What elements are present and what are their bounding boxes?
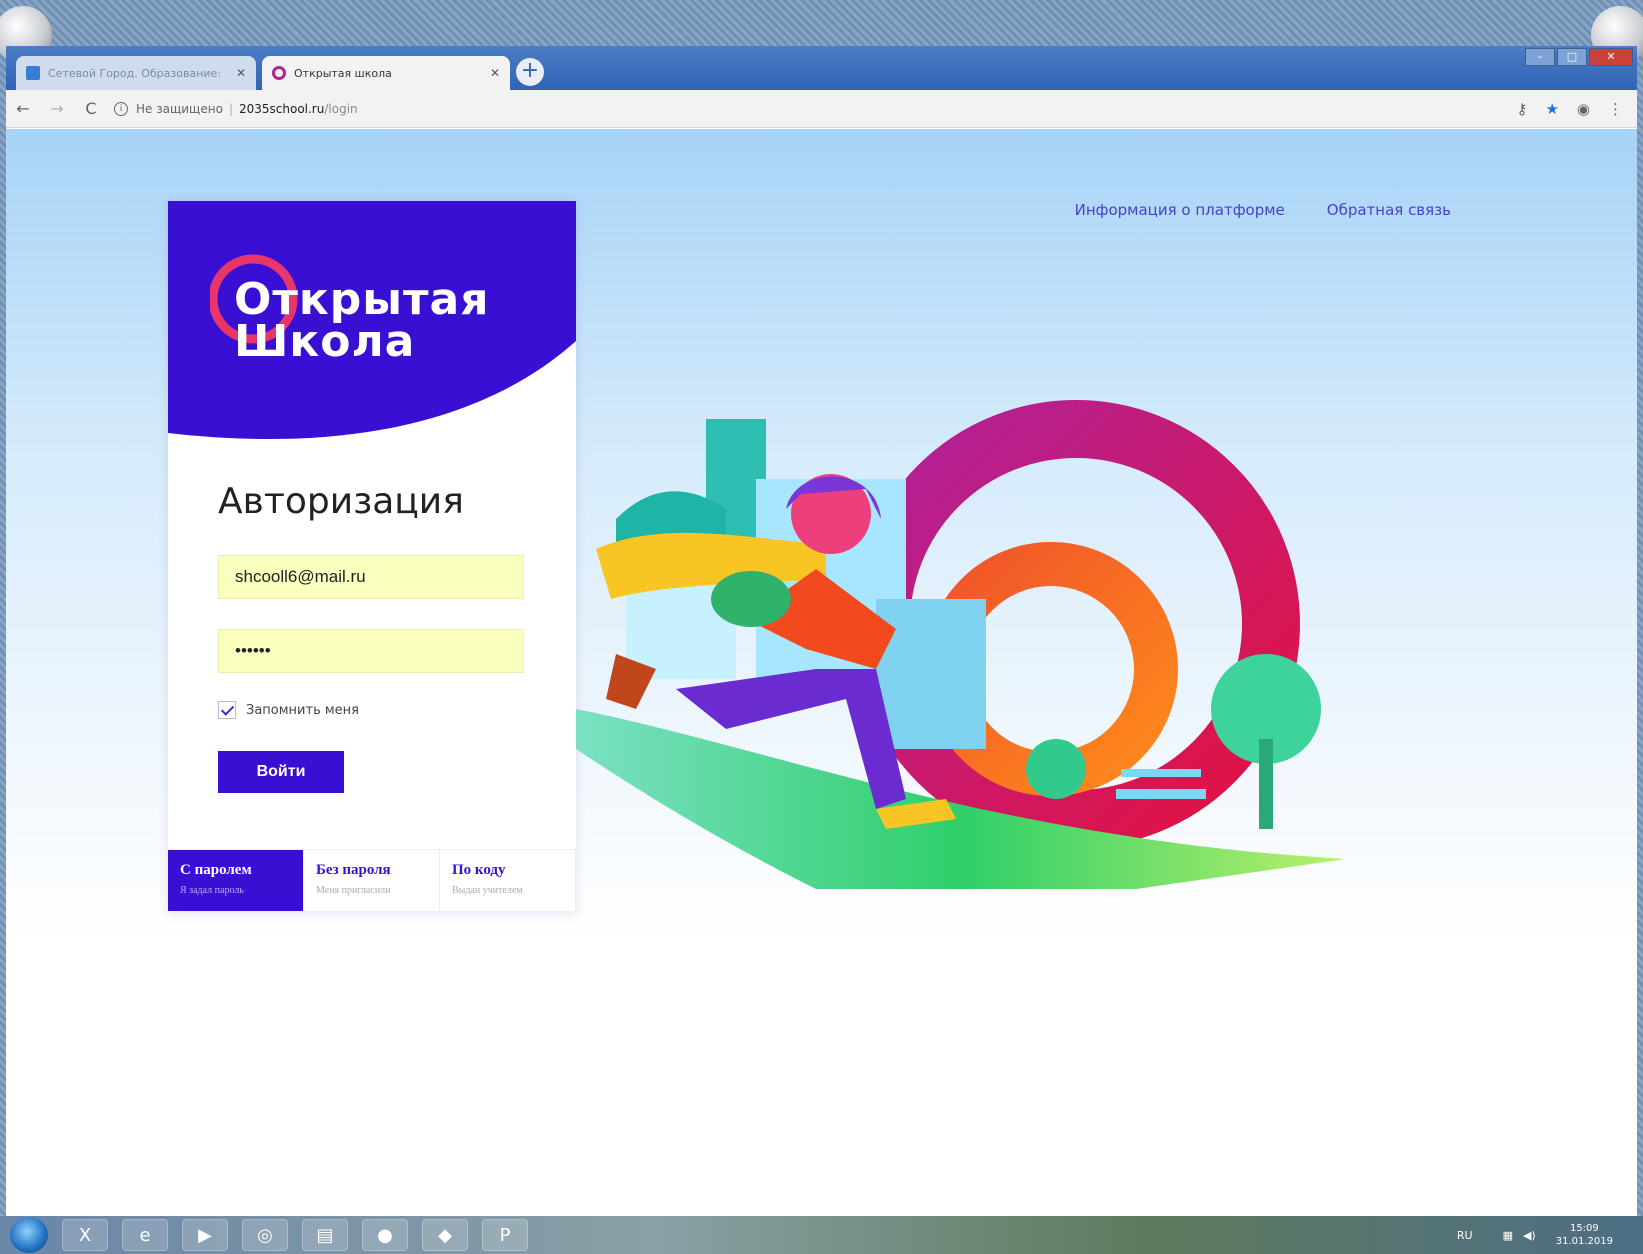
volume-icon[interactable]: ◀) — [1523, 1229, 1536, 1242]
taskbar: X e ▶ ◎ ▤ ● ◆ P RU ▦ ◀) 15:09 31.01.2019 — [0, 1216, 1643, 1254]
logo-line-2: Школа — [234, 316, 416, 367]
close-icon[interactable]: ✕ — [236, 66, 246, 80]
account-icon[interactable]: ◉ — [1577, 100, 1590, 118]
tab-by-code[interactable]: По коду Выдан учителем — [440, 850, 576, 911]
remember-checkbox[interactable] — [218, 701, 236, 719]
close-window-button[interactable]: ✕ — [1589, 48, 1633, 66]
logo: Открытая Школа — [234, 274, 490, 367]
toolbar-actions: ⚷ ★ ◉ ⋮ — [1498, 100, 1637, 118]
browser-window: Сетевой Город. Образование: ✕ Открытая ш… — [6, 46, 1637, 1216]
tab-strip: Сетевой Город. Образование: ✕ Открытая ш… — [6, 46, 1637, 90]
tab-favicon-icon — [26, 66, 40, 80]
powerpoint-icon[interactable]: P — [482, 1219, 528, 1251]
menu-icon[interactable]: ⋮ — [1608, 100, 1623, 118]
clock-time: 15:09 — [1569, 1223, 1599, 1234]
new-tab-button[interactable]: + — [516, 58, 544, 86]
remember-label: Запомнить меня — [246, 702, 360, 718]
info-platform-link[interactable]: Информация о платформе — [1075, 201, 1285, 219]
mode-subtitle: Я задал пароль — [180, 885, 244, 896]
login-card: Открытая Школа Авторизация Запомнить мен… — [168, 201, 576, 911]
tab-setevoy-gorod[interactable]: Сетевой Город. Образование: ✕ — [16, 56, 256, 90]
clock-date: 31.01.2019 — [1555, 1236, 1613, 1247]
top-nav: Информация о платформе Обратная связь — [1075, 201, 1451, 219]
clock[interactable]: 15:09 31.01.2019 — [1556, 1222, 1613, 1248]
tab-title: Открытая школа — [294, 66, 392, 80]
tab-title: Сетевой Город. Образование: — [48, 66, 222, 80]
password-field[interactable] — [218, 629, 524, 673]
tab-without-password[interactable]: Без пароля Меня пригласили — [304, 850, 440, 911]
reload-icon[interactable]: C — [74, 99, 108, 118]
back-icon[interactable]: ← — [6, 99, 40, 118]
file-explorer-icon[interactable]: ▤ — [302, 1219, 348, 1251]
media-player-icon[interactable]: ▶ — [182, 1219, 228, 1251]
mode-title: Без пароля — [316, 862, 391, 878]
info-icon[interactable]: i — [114, 101, 128, 116]
firefox-icon[interactable]: ● — [362, 1219, 408, 1251]
logo-line-1: Открытая — [234, 274, 490, 325]
network-icon[interactable]: ▦ — [1503, 1229, 1513, 1242]
tab-with-password[interactable]: С паролем Я задал пароль — [168, 850, 304, 911]
url-path: /login — [324, 101, 358, 116]
security-label: Не защищено — [136, 101, 223, 116]
login-mode-tabs: С паролем Я задал пароль Без пароля Меня… — [168, 849, 576, 911]
excel-icon[interactable]: X — [62, 1219, 108, 1251]
star-icon[interactable]: ★ — [1545, 100, 1558, 118]
page-title: Авторизация — [218, 481, 464, 522]
forward-icon[interactable]: → — [40, 99, 74, 118]
minimize-button[interactable]: – — [1525, 48, 1555, 66]
email-field[interactable] — [218, 555, 524, 599]
address-bar[interactable]: i Не защищено | 2035school.ru /login — [114, 101, 358, 116]
hero-illustration — [576, 400, 1346, 889]
internet-explorer-icon[interactable]: e — [122, 1219, 168, 1251]
login-button[interactable]: Войти — [218, 751, 344, 793]
maximize-button[interactable]: □ — [1557, 48, 1587, 66]
mode-subtitle: Меня пригласили — [316, 885, 391, 896]
start-button[interactable] — [10, 1217, 48, 1253]
burner-icon[interactable]: ◆ — [422, 1219, 468, 1251]
chrome-icon[interactable]: ◎ — [242, 1219, 288, 1251]
language-indicator[interactable]: RU — [1457, 1229, 1473, 1242]
tab-otkrytaya-shkola[interactable]: Открытая школа ✕ — [262, 56, 510, 90]
mode-subtitle: Выдан учителем — [452, 885, 523, 896]
remember-me[interactable]: Запомнить меня — [218, 701, 359, 719]
mode-title: С паролем — [180, 862, 252, 878]
feedback-link[interactable]: Обратная связь — [1327, 201, 1451, 219]
page-viewport: Информация о платформе Обратная связь От… — [6, 129, 1637, 1216]
browser-toolbar: ← → C i Не защищено | 2035school.ru /log… — [6, 90, 1637, 128]
close-icon[interactable]: ✕ — [490, 66, 500, 80]
system-tray: RU ▦ ◀) 15:09 31.01.2019 — [1457, 1222, 1643, 1248]
url-host: 2035school.ru — [238, 101, 325, 116]
ring-icon — [272, 66, 286, 80]
window-controls: – □ ✕ — [1523, 48, 1633, 66]
key-icon[interactable]: ⚷ — [1516, 100, 1527, 118]
mode-title: По коду — [452, 862, 506, 878]
separator: | — [228, 101, 233, 116]
